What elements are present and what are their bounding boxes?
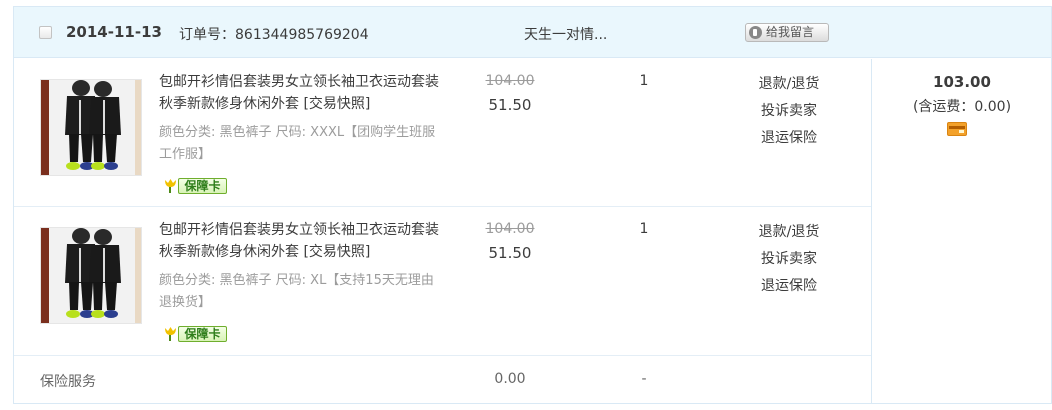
quantity: 1 — [639, 73, 649, 89]
original-price: 104.00 — [485, 73, 535, 89]
leave-message-button[interactable]: 给我留言 — [745, 23, 829, 42]
order-header: 2014-11-13 订单号：861344985769204 天生一对情... … — [14, 7, 1051, 58]
unit-price: 51.50 — [488, 96, 532, 114]
trade-snapshot-link[interactable]: [交易快照] — [303, 244, 370, 260]
guarantee-card-label: 保障卡 — [178, 326, 227, 342]
product-thumbnail[interactable] — [40, 79, 142, 176]
bank-card-icon[interactable] — [947, 122, 967, 136]
quantity: 1 — [639, 221, 649, 237]
refund-return-link[interactable]: 退款/退货 — [744, 71, 834, 98]
return-shipping-insurance-link[interactable]: 退运保险 — [744, 125, 834, 152]
shipping-fee: (含运费：0.00) — [912, 99, 1012, 115]
item-actions: 退款/退货 投诉卖家 退运保险 — [744, 71, 834, 152]
tulip-icon — [165, 179, 176, 193]
guarantee-card-label: 保障卡 — [178, 178, 227, 194]
product-title: 包邮开衫情侣套装男女立领长袖卫衣运动套装秋季新款修身休闲外套 — [159, 74, 439, 112]
insurance-label: 保险服务 — [40, 374, 96, 390]
product-title-link[interactable]: 包邮开衫情侣套装男女立领长袖卫衣运动套装秋季新款修身休闲外套 [交易快照] — [159, 71, 444, 115]
product-thumbnail[interactable] — [40, 227, 142, 324]
unit-price: 51.50 — [488, 244, 532, 262]
product-title-link[interactable]: 包邮开衫情侣套装男女立领长袖卫衣运动套装秋季新款修身休闲外套 [交易快照] — [159, 219, 444, 263]
product-photo-image — [41, 228, 141, 323]
insurance-price: 0.00 — [494, 371, 526, 387]
seller-name-link[interactable]: 天生一对情... — [524, 24, 607, 44]
order-item-row: 包邮开衫情侣套装男女立领长袖卫衣运动套装秋季新款修身休闲外套 [交易快照] 颜色… — [14, 207, 871, 356]
order-date: 2014-11-13 — [66, 23, 162, 41]
item-actions: 退款/退货 投诉卖家 退运保险 — [744, 219, 834, 300]
insurance-row: 保险服务 0.00 - — [14, 356, 871, 404]
product-sku: 颜色分类: 黑色裤子 尺码: XXXL【团购学生班服工作服】 — [159, 125, 436, 162]
product-photo-image — [41, 80, 141, 175]
return-shipping-insurance-link[interactable]: 退运保险 — [744, 273, 834, 300]
message-icon — [749, 26, 762, 39]
product-sku: 颜色分类: 黑色裤子 尺码: XL【支持15天无理由退换货】 — [159, 273, 434, 310]
order-total-column: 103.00 (含运费：0.00) — [871, 59, 1051, 404]
order-card: 2014-11-13 订单号：861344985769204 天生一对情... … — [13, 6, 1052, 404]
trade-snapshot-link[interactable]: [交易快照] — [303, 96, 370, 112]
order-total: 103.00 — [933, 73, 991, 91]
order-number: 订单号：861344985769204 — [179, 27, 369, 43]
complain-seller-link[interactable]: 投诉卖家 — [744, 246, 834, 273]
complain-seller-link[interactable]: 投诉卖家 — [744, 98, 834, 125]
insurance-quantity: - — [641, 371, 647, 387]
product-title: 包邮开衫情侣套装男女立领长袖卫衣运动套装秋季新款修身休闲外套 — [159, 222, 439, 260]
leave-message-label: 给我留言 — [766, 25, 815, 39]
guarantee-card-badge[interactable]: 保障卡 — [162, 176, 228, 196]
refund-return-link[interactable]: 退款/退货 — [744, 219, 834, 246]
original-price: 104.00 — [485, 221, 535, 237]
guarantee-card-badge[interactable]: 保障卡 — [162, 324, 228, 344]
order-item-row: 包邮开衫情侣套装男女立领长袖卫衣运动套装秋季新款修身休闲外套 [交易快照] 颜色… — [14, 59, 871, 207]
order-checkbox[interactable] — [39, 26, 52, 39]
tulip-icon — [165, 327, 176, 341]
